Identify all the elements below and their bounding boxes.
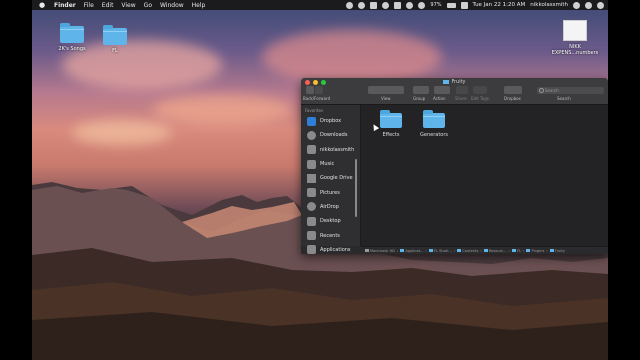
dropbox-icon: [307, 116, 316, 126]
folder-icon: [549, 249, 554, 252]
battery-icon[interactable]: [446, 2, 456, 8]
nav-label: Back/Forward: [303, 96, 331, 101]
folder-icon: [457, 249, 462, 252]
user-name[interactable]: nikkolassmith: [530, 2, 568, 8]
finder-toolbar: Fruity Back/Forward View Group Action Sh…: [301, 78, 608, 105]
path-segment[interactable]: FL: [511, 249, 521, 253]
sidebar-item-home[interactable]: nikkolassmith: [301, 143, 360, 157]
sidebar-item-applications[interactable]: Applications: [301, 243, 360, 254]
google-drive-icon: [307, 173, 316, 183]
folder-icon: [443, 79, 450, 84]
applications-icon: [307, 245, 316, 254]
sidebar-item-downloads[interactable]: Downloads: [301, 128, 360, 142]
folder-icon: [400, 249, 405, 252]
dropbox-status-icon[interactable]: [382, 1, 390, 9]
edit-tags-button[interactable]: [473, 86, 487, 94]
sidebar-item-google-drive[interactable]: Google Drive: [301, 171, 360, 185]
desktop-file-numbers[interactable]: NIKK EXPENS...numbers: [550, 20, 600, 56]
airdrop-icon: [307, 202, 316, 212]
finder-content: Effects Generators: [361, 105, 608, 246]
share-button[interactable]: [456, 86, 468, 94]
menu-finder[interactable]: Finder: [54, 2, 76, 9]
siri-icon[interactable]: [585, 1, 592, 9]
search-label: Search: [557, 96, 571, 101]
document-icon: [563, 20, 587, 41]
sidebar-scrollbar[interactable]: [355, 159, 357, 217]
menu-go[interactable]: Go: [144, 2, 152, 9]
view-label: View: [381, 96, 391, 101]
folder-icon: [103, 25, 127, 45]
search-icon: [539, 88, 544, 93]
path-segment[interactable]: Plugins: [526, 249, 544, 253]
folder-icon: [511, 249, 516, 252]
clock[interactable]: Tue Jan 22 1:20 AM: [473, 2, 526, 8]
sidebar-item-dropbox[interactable]: Dropbox: [301, 114, 360, 128]
desktop-screen: ● Finder File Edit View Go Window Help 9…: [32, 0, 608, 360]
sidebar-item-music[interactable]: Music: [301, 157, 360, 171]
search-field[interactable]: Search: [537, 87, 604, 94]
flag-icon[interactable]: [460, 1, 468, 9]
bluetooth-icon[interactable]: [406, 1, 414, 9]
favorites-heading: Favorites: [305, 108, 324, 113]
downloads-icon: [307, 130, 316, 140]
group-button[interactable]: [413, 86, 429, 94]
path-segment[interactable]: Fruity: [549, 249, 565, 253]
apple-menu-icon[interactable]: ●: [38, 1, 46, 9]
folder-icon: [60, 23, 84, 43]
path-bar: Macintosh HD › Applicat... › FL Studi... › …: [361, 246, 608, 254]
recents-icon: [307, 231, 316, 241]
folder-icon: [526, 249, 531, 252]
sidebar-item-pictures[interactable]: Pictures: [301, 185, 360, 199]
folder-icon: [483, 249, 488, 252]
action-label: Action: [433, 96, 446, 101]
path-segment[interactable]: Macintosh HD: [365, 249, 395, 253]
notification-center-icon[interactable]: [597, 1, 604, 9]
dropbox-label: Dropbox: [504, 96, 521, 101]
home-icon: [307, 145, 316, 155]
menu-view[interactable]: View: [121, 2, 135, 9]
menu-help[interactable]: Help: [192, 2, 206, 9]
folder-icon: [428, 249, 433, 252]
search-icon[interactable]: [573, 1, 580, 9]
action-gear-button[interactable]: [434, 86, 450, 94]
share-label: Share: [455, 96, 467, 101]
path-segment[interactable]: FL Studi...: [428, 249, 452, 253]
window-title: Fruity: [301, 79, 608, 85]
view-mode-buttons[interactable]: [368, 86, 404, 94]
finder-sidebar: Favorites Dropbox Downloads nikkolassmit…: [301, 105, 361, 254]
status-icon-1[interactable]: [346, 1, 354, 9]
hard-drive-icon: [365, 249, 369, 252]
edit-tags-label: Edit Tags: [471, 96, 489, 101]
menu-bar: ● Finder File Edit View Go Window Help 9…: [32, 0, 608, 10]
finder-window: Fruity Back/Forward View Group Action Sh…: [301, 78, 608, 254]
sidebar-item-recents[interactable]: Recents: [301, 228, 360, 242]
path-segment[interactable]: Applicat...: [400, 249, 423, 253]
music-icon: [307, 159, 316, 169]
folder-icon: [423, 110, 445, 128]
menu-edit[interactable]: Edit: [102, 2, 114, 9]
menu-window[interactable]: Window: [160, 2, 184, 9]
sidebar-item-airdrop[interactable]: AirDrop: [301, 200, 360, 214]
status-icon-3[interactable]: [370, 1, 378, 9]
path-segment[interactable]: Contents: [457, 249, 478, 253]
path-segment[interactable]: Resourc...: [483, 249, 507, 253]
status-icon-2[interactable]: [358, 1, 366, 9]
status-icon-4[interactable]: [394, 1, 402, 9]
group-label: Group: [413, 96, 426, 101]
desktop-folder-fl[interactable]: FL: [90, 25, 140, 54]
battery-percent[interactable]: 97%: [430, 2, 441, 8]
sidebar-item-desktop[interactable]: Desktop: [301, 214, 360, 228]
folder-icon: [380, 110, 402, 128]
back-button[interactable]: [306, 86, 314, 94]
forward-button[interactable]: [315, 86, 323, 94]
wifi-icon[interactable]: [418, 1, 426, 9]
dropbox-toolbar-button[interactable]: [504, 86, 522, 94]
folder-generators[interactable]: Generators: [414, 110, 454, 138]
pictures-icon: [307, 188, 316, 198]
menu-file[interactable]: File: [84, 2, 94, 9]
desktop-icon: [307, 216, 316, 226]
